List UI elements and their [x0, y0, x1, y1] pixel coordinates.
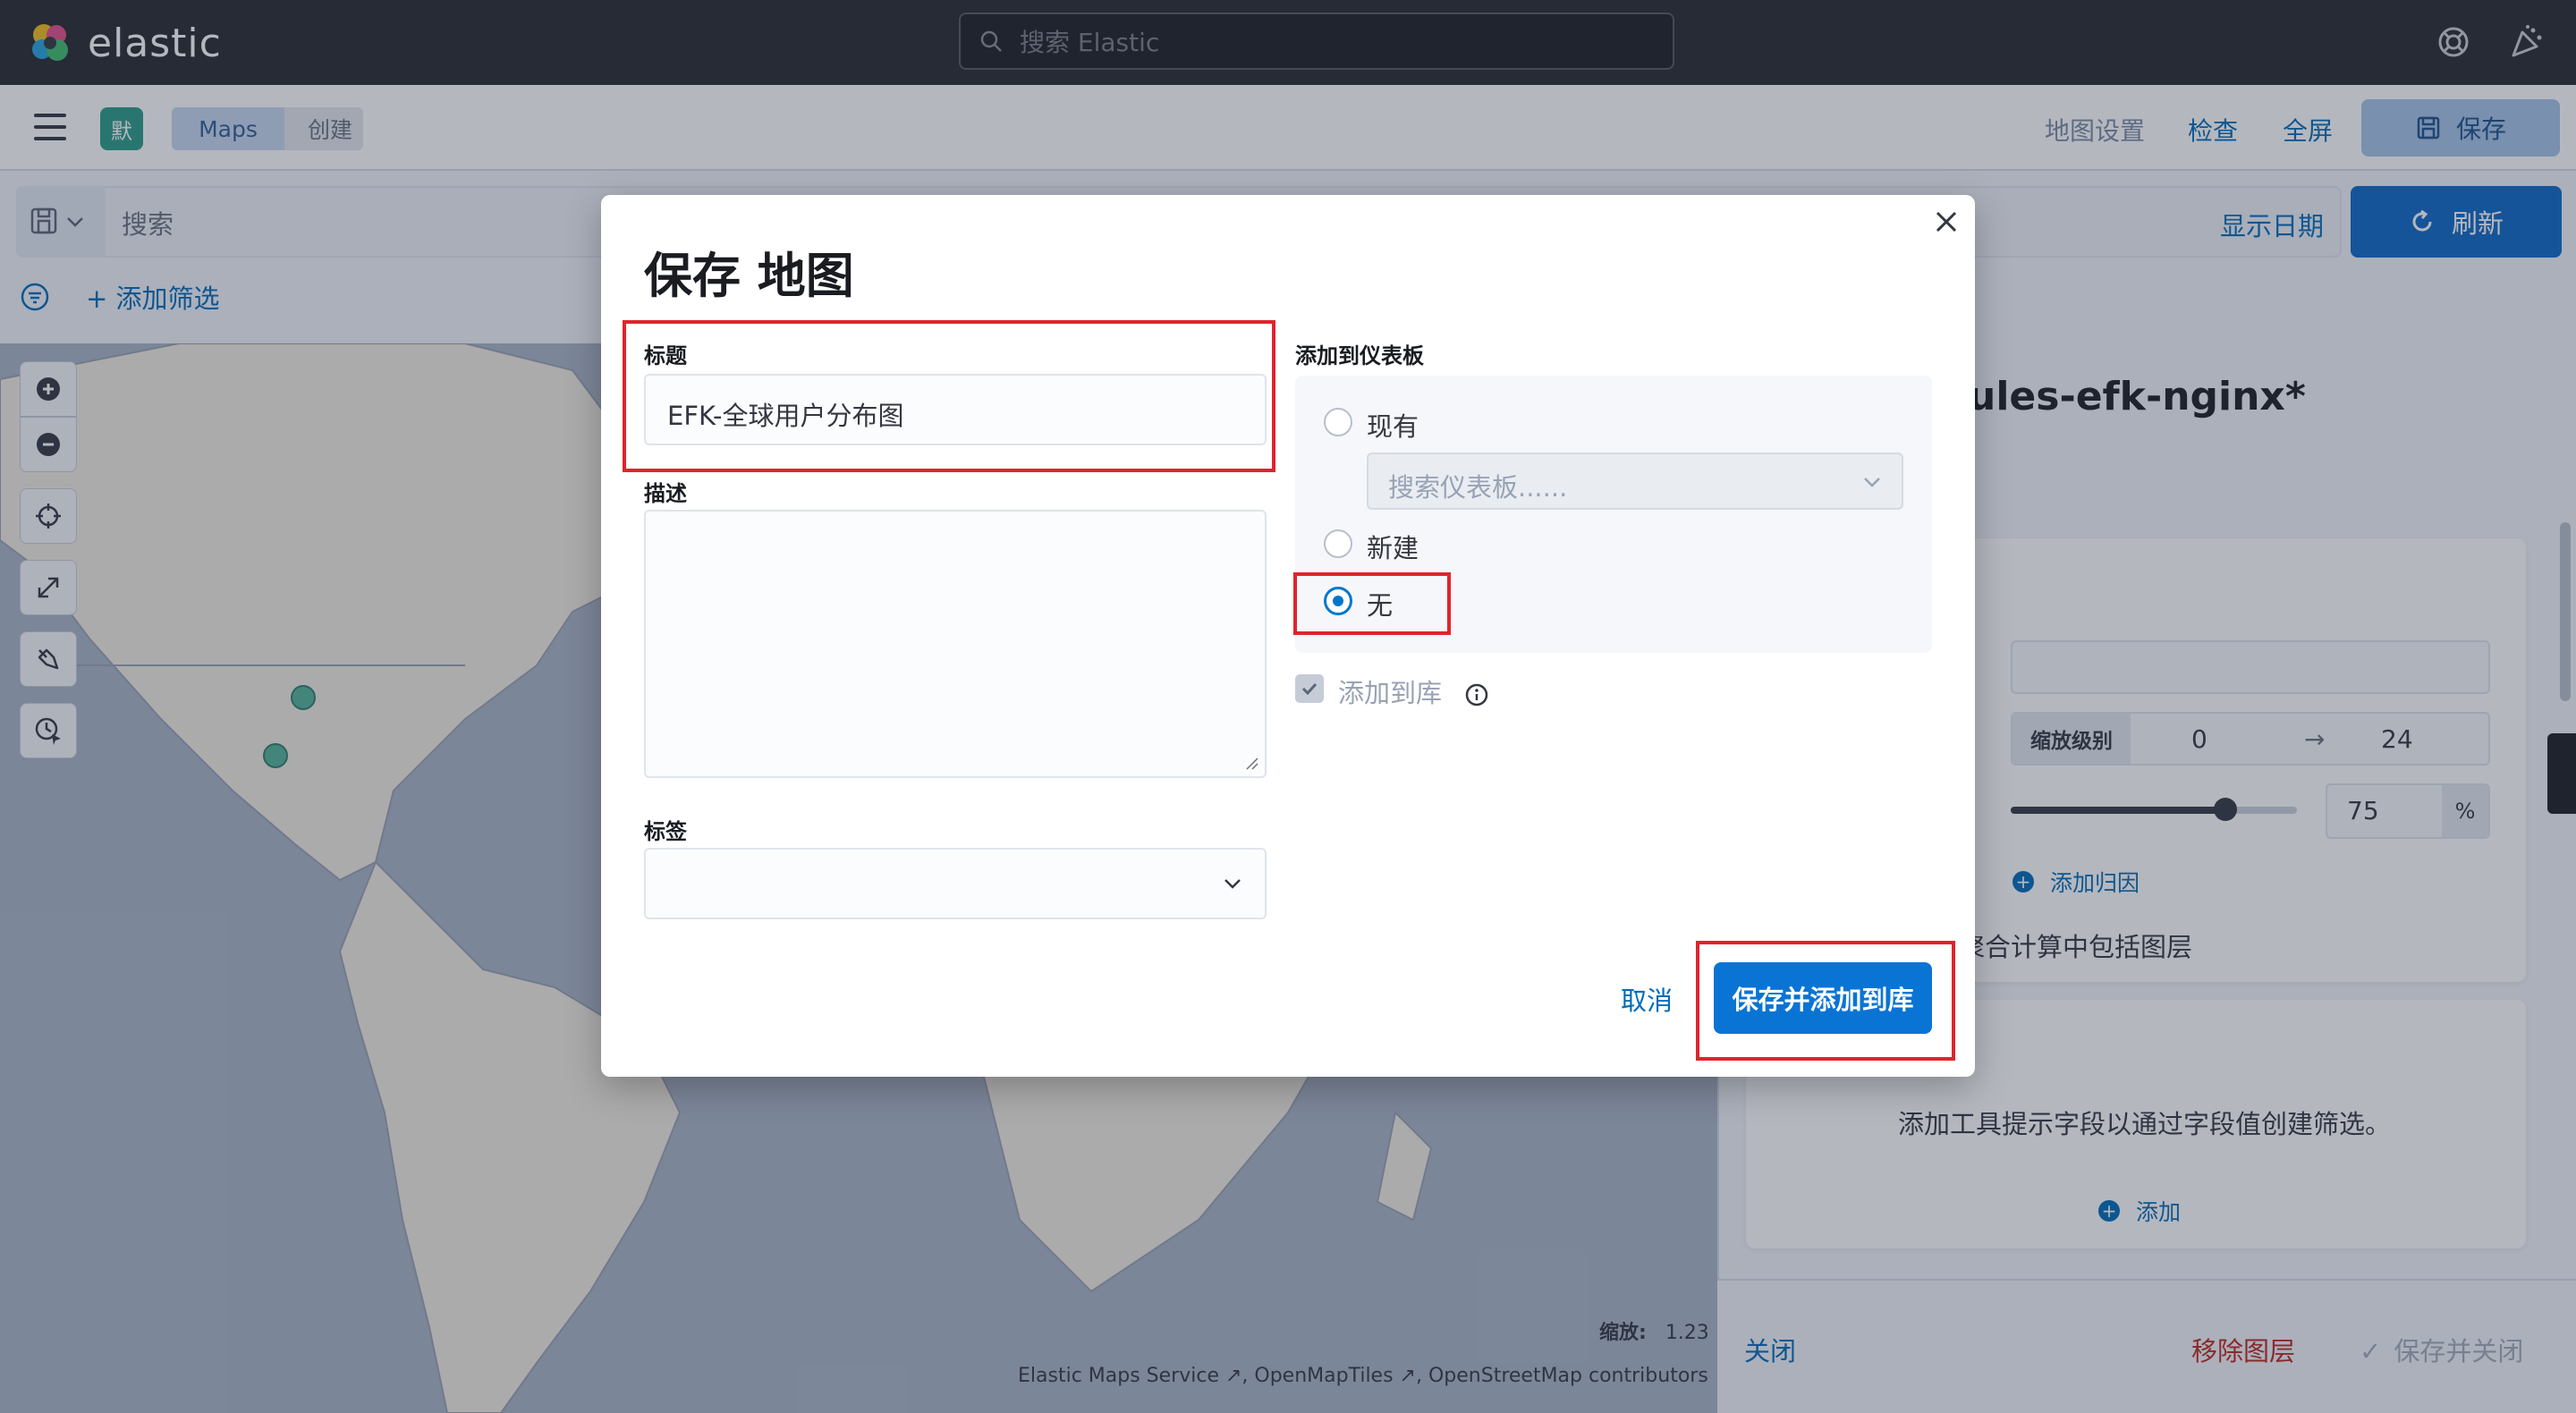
- resize-grip-icon[interactable]: [1245, 757, 1259, 771]
- close-icon[interactable]: [1932, 207, 1961, 236]
- tags-field-label: 标签: [644, 819, 687, 844]
- radio-new[interactable]: [1324, 529, 1352, 558]
- description-field-label: 描述: [644, 481, 687, 506]
- tags-combobox[interactable]: [644, 848, 1267, 919]
- add-to-library-label: 添加到库: [1338, 673, 1489, 710]
- radio-none-label[interactable]: 无: [1367, 585, 1393, 622]
- save-and-add-to-library-button[interactable]: 保存并添加到库: [1714, 962, 1932, 1034]
- title-input[interactable]: EFK-全球用户分布图: [644, 374, 1267, 445]
- add-to-library-text: 添加到库: [1338, 678, 1443, 708]
- chevron-down-icon: [1864, 478, 1880, 487]
- modal-title: 保存 地图: [644, 248, 854, 304]
- radio-none[interactable]: [1324, 587, 1352, 615]
- radio-new-label[interactable]: 新建: [1367, 528, 1419, 565]
- add-to-library-checkbox[interactable]: [1295, 674, 1324, 703]
- title-field-label: 标题: [644, 343, 687, 368]
- dashboard-field-label: 添加到仪表板: [1295, 343, 1424, 368]
- dashboard-search-placeholder: 搜索仪表板......: [1388, 472, 1568, 503]
- radio-existing[interactable]: [1324, 408, 1352, 436]
- info-icon[interactable]: [1464, 682, 1489, 707]
- dashboard-search-select[interactable]: 搜索仪表板......: [1367, 453, 1903, 510]
- check-icon: [1301, 682, 1318, 696]
- radio-existing-label[interactable]: 现有: [1367, 406, 1419, 444]
- title-input-value: EFK-全球用户分布图: [667, 401, 904, 431]
- cancel-button[interactable]: 取消: [1621, 980, 1673, 1018]
- chevron-down-icon: [1224, 879, 1241, 889]
- description-textarea[interactable]: [644, 510, 1267, 778]
